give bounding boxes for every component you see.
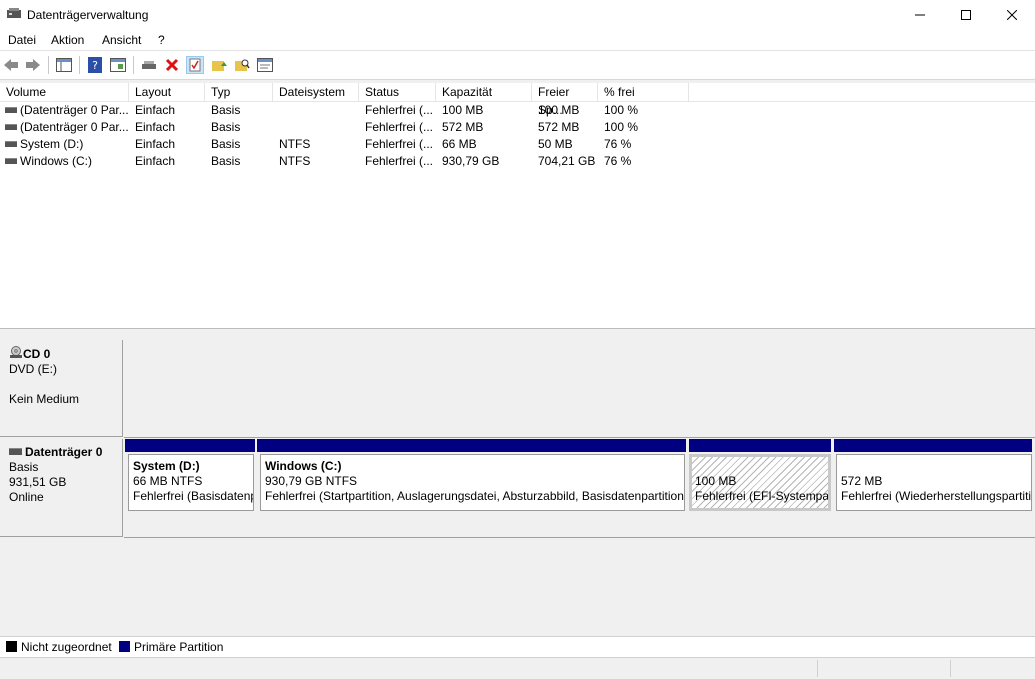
cd-area [124,340,1035,438]
table-row[interactable]: (Datenträger 0 Par... Einfach Basis Fehl… [0,102,1035,119]
menu-datei[interactable]: Datei [8,33,36,47]
forward-icon [26,59,40,71]
list-header: Volume Layout Typ Dateisystem Status Kap… [0,83,1035,117]
view-icon [110,58,126,72]
column-header-status[interactable]: Status [359,83,436,101]
column-header-volume[interactable]: Volume [0,83,129,101]
column-header-type[interactable]: Typ [205,83,273,101]
disk0-label[interactable]: Datenträger 0 Basis 931,51 GB Online [0,439,123,537]
properties-button[interactable] [256,56,274,74]
close-button[interactable] [989,0,1035,30]
console-tree-icon [56,58,72,72]
volume-icon [5,141,17,147]
maximize-icon [961,10,971,20]
svg-text:?: ? [92,59,98,72]
back-button[interactable] [2,56,20,74]
cd-name: CD 0 [23,347,51,361]
disk0-size: 931,51 GB [9,475,67,489]
window-title: Datenträgerverwaltung [27,8,149,22]
partition-recovery[interactable]: 572 MB Fehlerfrei (Wiederherstellungspar… [836,454,1032,511]
legend-label-primary: Primäre Partition [134,640,224,654]
volume-icon [5,158,17,164]
connect-button[interactable] [140,56,158,74]
volume-list: Volume Layout Typ Dateisystem Status Kap… [0,83,1035,328]
cd-drive-icon [10,346,22,358]
minimize-button[interactable] [897,0,943,30]
help-icon: ? [88,57,102,73]
help-button[interactable]: ? [86,56,104,74]
legend-swatch-primary [119,641,130,652]
properties-icon [257,58,273,72]
search-button[interactable] [233,56,251,74]
column-header-layout[interactable]: Layout [129,83,205,101]
up-folder-button[interactable] [210,56,228,74]
toolbar: ? [0,51,1035,80]
maximize-button[interactable] [943,0,989,30]
table-row[interactable]: System (D:) Einfach Basis NTFS Fehlerfre… [0,136,1035,153]
menu-help[interactable]: ? [158,33,165,47]
back-icon [4,59,18,71]
cd-label[interactable]: CD 0 DVD (E:) Kein Medium [0,340,123,437]
view-button[interactable] [109,56,127,74]
disk0-area: System (D:) 66 MB NTFS Fehlerfrei (Basis… [124,439,1035,538]
cd-drive-letter: DVD (E:) [9,362,57,376]
table-row[interactable]: (Datenträger 0 Par... Einfach Basis Fehl… [0,119,1035,136]
title-bar: Datenträgerverwaltung [0,0,1035,30]
partition-windows-c[interactable]: Windows (C:) 930,79 GB NTFS Fehlerfrei (… [260,454,685,511]
disk0-name: Datenträger 0 [25,445,103,459]
partition-system-d[interactable]: System (D:) 66 MB NTFS Fehlerfrei (Basis… [128,454,254,511]
column-header-capacity[interactable]: Kapazität [436,83,532,101]
legend: Nicht zugeordnet Primäre Partition [0,636,1035,657]
menu-ansicht[interactable]: Ansicht [102,33,141,47]
delete-button[interactable] [163,56,181,74]
menu-aktion[interactable]: Aktion [51,33,84,47]
connect-icon [142,61,156,69]
column-header-free-space[interactable]: Freier Sp... [532,83,598,117]
close-icon [1007,10,1017,20]
cd-media-status: Kein Medium [9,392,80,406]
partition-efi[interactable]: 100 MB Fehlerfrei (EFI-Systempartition) [689,454,831,511]
column-header-filesystem[interactable]: Dateisystem [273,83,359,101]
volume-icon [5,107,17,113]
up-folder-icon [212,61,227,71]
disk-management-icon [7,8,21,18]
status-bar [0,657,1035,679]
menu-bar: Datei Aktion Ansicht ? [0,30,1035,51]
search-icon [235,59,250,71]
legend-label-unallocated: Nicht zugeordnet [21,640,112,654]
check-icon [189,58,201,72]
table-row[interactable]: Windows (C:) Einfach Basis NTFS Fehlerfr… [0,153,1035,170]
column-header-percent-free[interactable]: % frei [598,83,689,101]
disk-graphical-view: CD 0 DVD (E:) Kein Medium Datenträger 0 … [0,335,1035,635]
console-tree-button[interactable] [55,56,73,74]
volume-icon [5,124,17,130]
minimize-icon [915,14,925,16]
disk-icon [9,448,22,455]
legend-swatch-unallocated [6,641,17,652]
disk0-type: Basis [9,460,39,474]
forward-button[interactable] [24,56,42,74]
delete-icon [165,58,179,72]
check-button[interactable] [186,56,204,74]
disk0-state: Online [9,490,44,504]
